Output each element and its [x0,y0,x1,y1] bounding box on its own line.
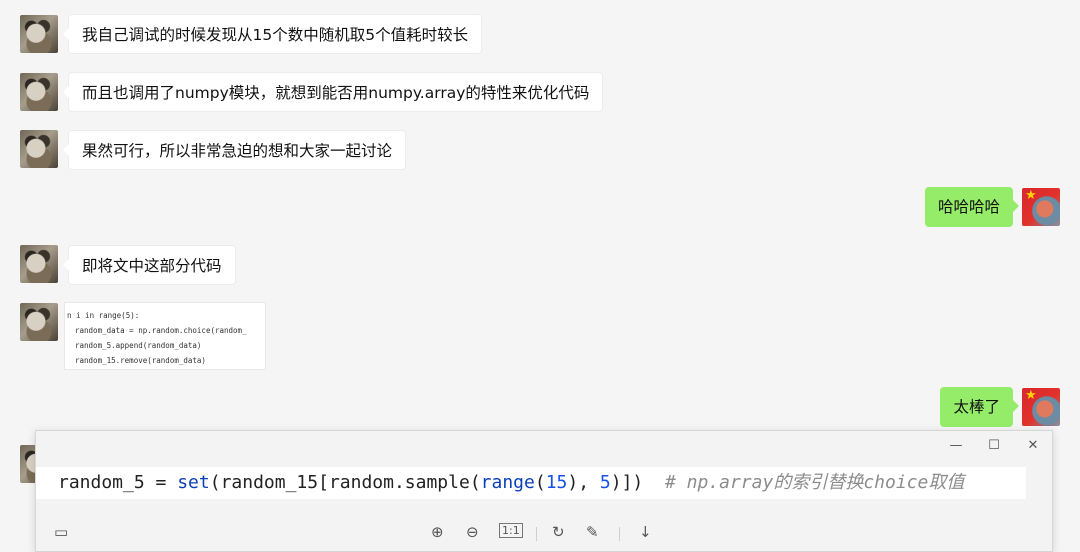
code-line: random_15.remove(random_data) [75,356,206,365]
message-bubble[interactable]: 哈哈哈哈 [924,187,1020,227]
avatar-contact[interactable] [20,245,58,283]
zoom-in-icon[interactable]: ⊕ [431,523,444,541]
toolbar-divider [619,527,620,541]
code-token: set [177,472,210,493]
code-token: )]) [610,472,644,493]
star-icon: ★ [1025,388,1037,403]
close-button[interactable]: ✕ [1018,435,1048,457]
toolbar-divider [536,527,537,541]
code-token: random_5 = [58,472,178,493]
message-bubble[interactable]: 太棒了 [940,387,1019,427]
edit-icon[interactable]: ✎ [586,523,599,541]
download-icon[interactable]: ↓ [639,523,652,541]
avatar-contact[interactable] [20,303,58,341]
code-image-thumbnail[interactable]: n i in range(5): random_data = np.random… [64,302,266,370]
zoom-out-icon[interactable]: ⊖ [466,523,479,541]
message-bubble[interactable]: 果然可行，所以非常急迫的想和大家一起讨论 [62,130,407,170]
copy-icon[interactable]: ▭ [54,523,68,541]
avatar-contact[interactable] [20,73,58,111]
code-token: range [480,472,535,493]
message-bubble[interactable]: 我自己调试的时候发现从15个数中随机取5个值耗时较长 [62,14,483,54]
code-comment: # np.array的索引替换choice取值 [664,472,965,493]
code-token: ), [567,472,600,493]
avatar-self[interactable]: ★ [1022,188,1060,226]
code-token: 5 [599,472,611,493]
code-token: 15 [545,472,568,493]
maximize-button[interactable]: ☐ [979,435,1009,457]
avatar-self[interactable]: ★ [1022,388,1060,426]
code-line: n i in range(5): [67,311,140,320]
avatar-contact[interactable] [20,130,58,168]
code-token: (random_15[random.sample( [209,472,481,493]
message-bubble[interactable]: 而且也调用了numpy模块，就想到能否用numpy.array的特性来优化代码 [62,72,604,112]
message-bubble[interactable]: 即将文中这部分代码 [63,245,236,285]
star-icon: ★ [1025,188,1037,203]
code-line: random_data = np.random.choice(random_ [75,326,247,335]
actual-size-button[interactable]: 1:1 [499,523,523,538]
code-token: ( [534,472,546,493]
image-viewer-window: — ☐ ✕ random_5 = set(random_15[random.sa… [35,430,1053,552]
code-line: random_5.append(random_data) [75,341,202,350]
minimize-button[interactable]: — [941,435,971,457]
rotate-icon[interactable]: ↻ [552,523,565,541]
avatar-contact[interactable] [20,15,58,53]
code-image-preview: random_5 = set(random_15[random.sample(r… [36,467,1026,499]
